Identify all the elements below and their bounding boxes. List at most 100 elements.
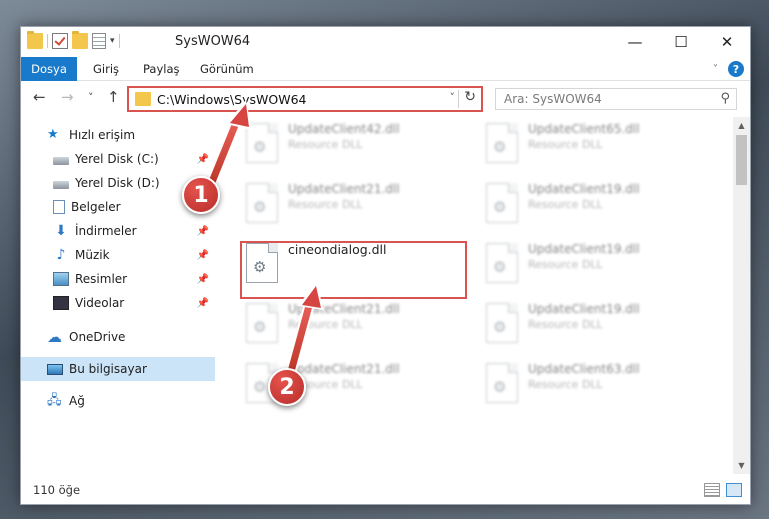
gear-icon: ⚙ <box>253 138 267 156</box>
pin-icon: 📌 <box>196 225 209 237</box>
large-icons-view-icon[interactable] <box>726 483 742 497</box>
window-title: SysWOW64 <box>175 34 251 49</box>
file-item[interactable]: ⚙ UpdateClient42.dll Resource DLL <box>240 117 470 167</box>
maximize-button[interactable]: ☐ <box>658 27 704 57</box>
address-path[interactable]: C:\Windows\SysWOW64 <box>157 92 306 107</box>
sidebar-item-videos[interactable]: Videolar 📌 <box>21 291 215 315</box>
gear-icon: ⚙ <box>493 198 507 216</box>
item-count: 110 öğe <box>33 483 81 497</box>
gear-icon: ⚙ <box>493 318 507 336</box>
sidebar-item-label: Yerel Disk (C:) <box>75 152 159 166</box>
toolbar-divider <box>118 34 120 48</box>
gear-icon: ⚙ <box>493 138 507 156</box>
recent-locations-icon[interactable]: ˅ <box>88 91 94 104</box>
sidebar-item-network[interactable]: 🖧 Ağ <box>21 389 215 413</box>
forward-arrow-icon[interactable]: → <box>61 88 74 106</box>
gear-icon: ⚙ <box>253 378 267 396</box>
caption-buttons: — ☐ ✕ <box>612 27 750 57</box>
search-icon[interactable]: ⚲ <box>720 91 730 106</box>
sidebar-item-this-pc[interactable]: Bu bilgisayar <box>21 357 215 381</box>
explorer-body: ★ Hızlı erişim Yerel Disk (C:) 📌 Yerel D… <box>21 117 750 474</box>
search-box[interactable]: Ara: SysWOW64 ⚲ <box>495 88 737 110</box>
pin-icon: 📌 <box>196 297 209 309</box>
cloud-icon: ☁ <box>47 328 62 346</box>
file-name: UpdateClient63.dll <box>528 362 640 376</box>
toolbar-divider <box>47 34 48 48</box>
tab-view[interactable]: Görünüm <box>198 57 256 81</box>
scroll-thumb[interactable] <box>736 135 747 185</box>
picture-icon <box>53 272 69 286</box>
folder-icon <box>135 92 151 106</box>
scroll-up-icon[interactable]: ▲ <box>733 117 750 134</box>
computer-icon <box>47 363 63 375</box>
sidebar-item-pictures[interactable]: Resimler 📌 <box>21 267 215 291</box>
music-icon: ♪ <box>56 247 66 263</box>
properties-check-icon[interactable] <box>52 33 68 49</box>
gear-icon: ⚙ <box>493 258 507 276</box>
pin-icon: 📌 <box>196 153 209 165</box>
dll-file-icon: ⚙ <box>246 123 278 163</box>
file-item[interactable]: ⚙ UpdateClient63.dll Resource DLL <box>480 357 710 407</box>
sidebar-item-downloads[interactable]: ⬇ İndirmeler 📌 <box>21 219 215 243</box>
minimize-button[interactable]: — <box>612 27 658 57</box>
file-type: Resource DLL <box>288 138 363 151</box>
sidebar-item-label: OneDrive <box>69 330 126 344</box>
file-item[interactable]: ⚙ UpdateClient21.dll Resource DLL <box>240 177 470 227</box>
dll-file-icon: ⚙ <box>486 183 518 223</box>
close-button[interactable]: ✕ <box>704 27 750 57</box>
dll-file-icon: ⚙ <box>486 243 518 283</box>
gear-icon: ⚙ <box>493 378 507 396</box>
quick-access-toolbar: ▾ <box>27 31 120 49</box>
new-folder-icon[interactable] <box>72 31 88 49</box>
sidebar-item-label: Belgeler <box>71 200 121 214</box>
sidebar-item-label: Ağ <box>69 394 85 408</box>
file-type: Resource DLL <box>528 378 603 391</box>
file-item[interactable]: ⚙ UpdateClient19.dll Resource DLL <box>480 177 710 227</box>
file-name: UpdateClient65.dll <box>528 122 640 136</box>
sidebar-item-quick-access[interactable]: ★ Hızlı erişim <box>21 123 215 147</box>
file-type: Resource DLL <box>528 258 603 271</box>
sidebar-item-music[interactable]: ♪ Müzik 📌 <box>21 243 215 267</box>
file-type: Resource DLL <box>288 198 363 211</box>
customize-toolbar-icon[interactable] <box>92 33 106 49</box>
dll-file-icon: ⚙ <box>246 183 278 223</box>
tab-home[interactable]: Giriş <box>91 57 121 81</box>
sidebar-item-label: Müzik <box>75 248 110 262</box>
tab-share[interactable]: Paylaş <box>141 57 182 81</box>
file-name: UpdateClient21.dll <box>288 182 400 196</box>
dll-file-icon: ⚙ <box>486 363 518 403</box>
file-item[interactable]: ⚙ UpdateClient21.dll Resource DLL <box>240 297 470 347</box>
sidebar-item-local-disk-c[interactable]: Yerel Disk (C:) 📌 <box>21 147 215 171</box>
sidebar-item-label: Yerel Disk (D:) <box>75 176 160 190</box>
refresh-icon[interactable]: ↻ <box>464 89 476 105</box>
address-bar[interactable]: C:\Windows\SysWOW64 ˅ ↻ <box>127 86 483 112</box>
search-placeholder[interactable]: Ara: SysWOW64 <box>504 92 602 106</box>
pin-icon: 📌 <box>196 249 209 261</box>
video-icon <box>53 296 69 310</box>
file-list: ⚙ UpdateClient42.dll Resource DLL ⚙ Upda… <box>226 117 734 474</box>
scroll-down-icon[interactable]: ▼ <box>733 457 750 474</box>
file-name: UpdateClient21.dll <box>288 362 400 376</box>
file-type: Resource DLL <box>528 318 603 331</box>
back-arrow-icon[interactable]: ← <box>33 88 46 106</box>
address-dropdown-icon[interactable]: ˅ <box>450 91 456 104</box>
details-view-icon[interactable] <box>704 483 720 497</box>
file-highlight-box <box>240 241 467 299</box>
file-item[interactable]: ⚙ UpdateClient19.dll Resource DLL <box>480 237 710 287</box>
sidebar-item-onedrive[interactable]: ☁ OneDrive <box>21 325 215 349</box>
navigation-bar: ← → ˅ ↑ C:\Windows\SysWOW64 ˅ ↻ Ara: Sys… <box>21 82 750 116</box>
dll-file-icon: ⚙ <box>246 303 278 343</box>
up-arrow-icon[interactable]: ↑ <box>107 88 120 106</box>
vertical-scrollbar[interactable]: ▲ ▼ <box>733 117 750 474</box>
file-name: UpdateClient19.dll <box>528 182 640 196</box>
tab-file[interactable]: Dosya <box>21 57 77 81</box>
view-switcher <box>704 483 742 497</box>
title-bar: ▾ SysWOW64 — ☐ ✕ <box>21 27 750 57</box>
network-icon: 🖧 <box>47 393 62 408</box>
help-icon[interactable]: ? <box>728 61 744 77</box>
file-item[interactable]: ⚙ UpdateClient65.dll Resource DLL <box>480 117 710 167</box>
expand-ribbon-icon[interactable]: ˅ <box>713 64 718 75</box>
file-name: UpdateClient19.dll <box>528 242 640 256</box>
toolbar-dropdown-icon[interactable]: ▾ <box>110 36 115 46</box>
file-item[interactable]: ⚙ UpdateClient19.dll Resource DLL <box>480 297 710 347</box>
